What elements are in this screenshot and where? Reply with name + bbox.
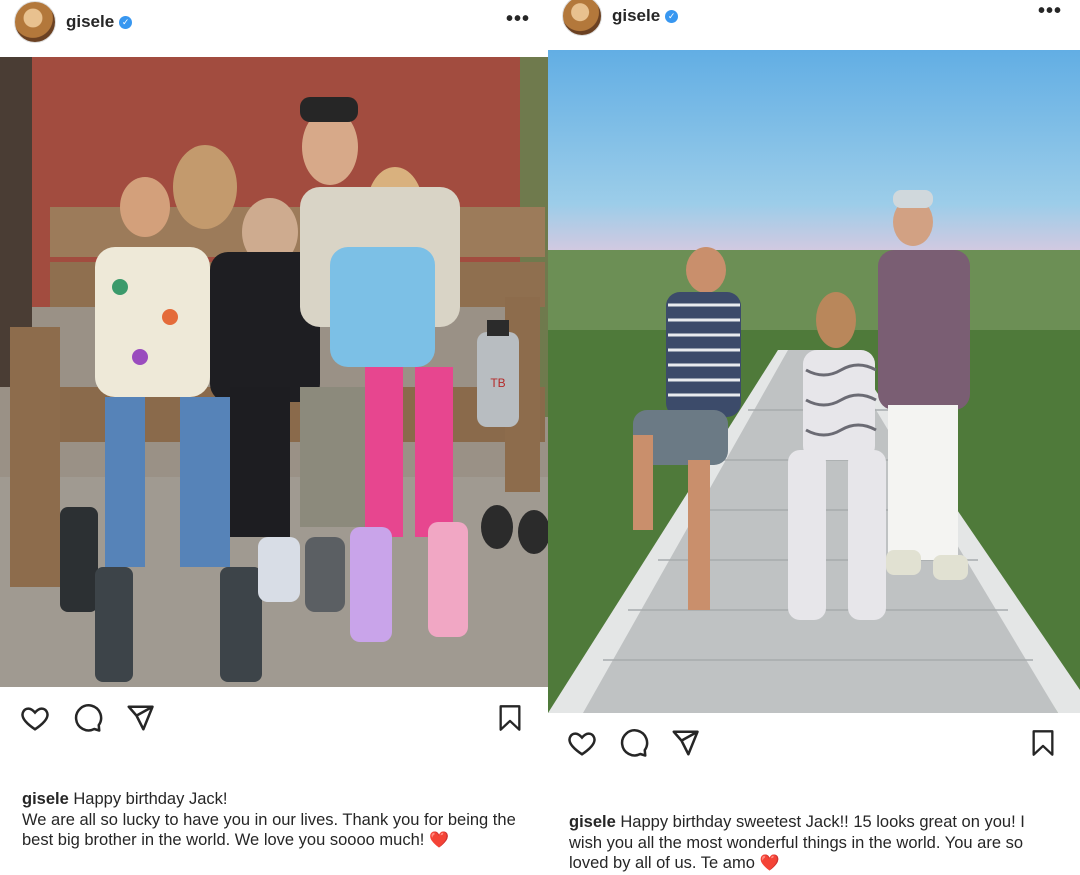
post-right: gisele ✓ ••• gisele Happy birthday sweet… (548, 0, 1080, 875)
verified-badge-icon: ✓ (665, 9, 679, 23)
like-heart-icon[interactable] (566, 728, 598, 758)
verified-badge-icon: ✓ (119, 15, 133, 29)
family-bench-photo: TB (0, 57, 548, 687)
username[interactable]: gisele (66, 12, 114, 32)
bottle-label: TB (490, 376, 505, 390)
caption-text: Happy birthday Jack! (73, 790, 228, 808)
boardwalk-photo (548, 50, 1080, 713)
post-header: gisele ✓ ••• (0, 0, 548, 44)
post-actions (0, 703, 548, 743)
post-header: gisele ✓ ••• (548, 0, 1080, 38)
post-photo[interactable]: TB (0, 57, 548, 687)
more-options-icon[interactable]: ••• (506, 8, 530, 31)
like-heart-icon[interactable] (19, 703, 51, 733)
caption-text: Happy birthday sweetest Jack!! 15 looks … (569, 813, 1025, 872)
bookmark-icon[interactable] (496, 703, 524, 733)
caption-username[interactable]: gisele (569, 813, 616, 831)
post-actions (548, 728, 1080, 768)
more-options-icon[interactable]: ••• (1038, 0, 1062, 23)
post-caption: gisele Happy birthday Jack! We are all s… (22, 789, 527, 852)
comment-icon[interactable] (73, 703, 103, 733)
share-send-icon[interactable] (670, 728, 700, 758)
post-left: gisele ✓ ••• TB gisele Happy birthday Ja… (0, 0, 548, 875)
avatar[interactable] (14, 1, 56, 43)
share-send-icon[interactable] (125, 703, 155, 733)
caption-username[interactable]: gisele (22, 790, 69, 808)
bookmark-icon[interactable] (1029, 728, 1057, 758)
comment-icon[interactable] (619, 728, 649, 758)
username[interactable]: gisele (612, 6, 660, 26)
avatar[interactable] (562, 0, 602, 36)
heart-emoji-icon: ❤️ (759, 855, 780, 872)
post-photo[interactable] (548, 50, 1080, 713)
post-caption: gisele Happy birthday sweetest Jack!! 15… (569, 812, 1054, 875)
heart-emoji-icon: ❤️ (428, 832, 449, 849)
